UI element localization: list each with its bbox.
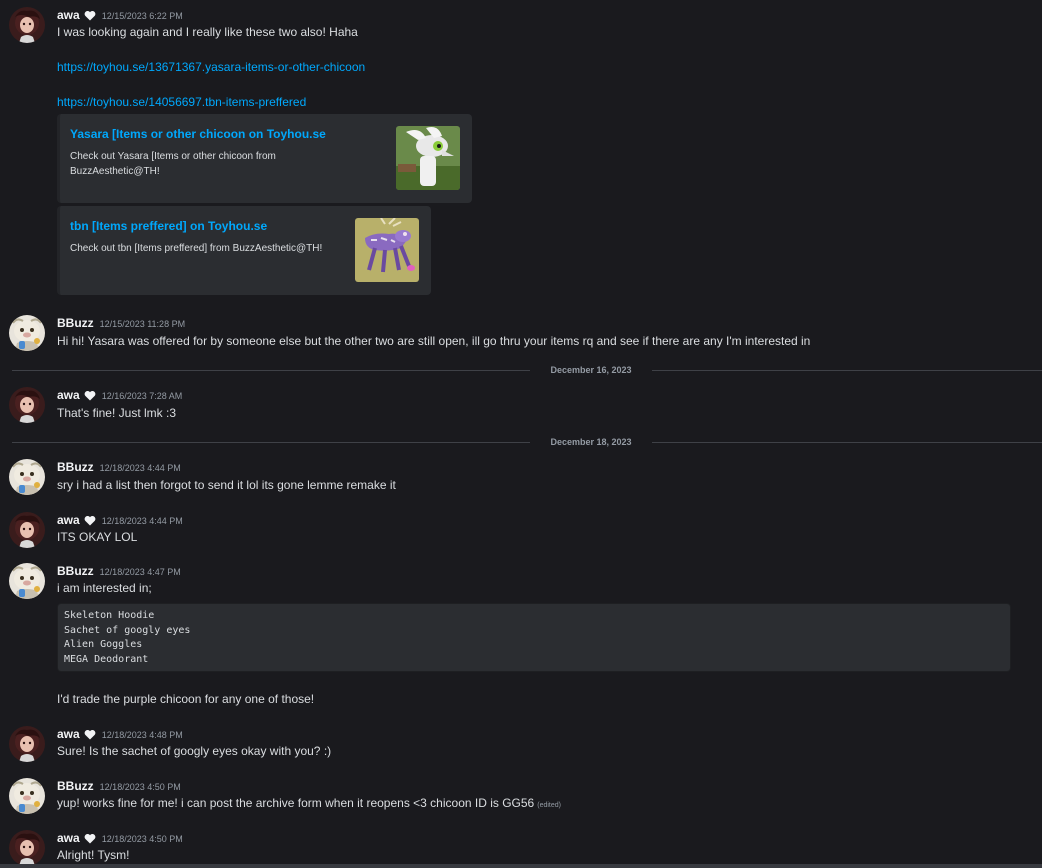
heart-icon xyxy=(84,516,96,526)
username[interactable]: awa xyxy=(57,727,80,741)
username[interactable]: awa xyxy=(57,388,80,402)
date-divider: December 16, 2023 xyxy=(12,363,1042,377)
message-text: Hi hi! Yasara was offered for by someone… xyxy=(57,334,811,348)
avatar[interactable] xyxy=(9,563,45,599)
code-block[interactable]: Skeleton Hoodie Sachet of googly eyes Al… xyxy=(57,603,1011,672)
timestamp: 12/16/2023 7:28 AM xyxy=(101,391,183,401)
message-link[interactable]: https://toyhou.se/14056697.tbn-items-pre… xyxy=(57,95,306,110)
edited-label: (edited) xyxy=(537,802,561,809)
link-embed: Yasara [Items or other chicoon on Toyhou… xyxy=(57,114,472,203)
message-text: That's fine! Just lmk :3 xyxy=(57,406,176,420)
username[interactable]: BBuzz xyxy=(57,779,94,793)
avatar[interactable] xyxy=(9,726,45,762)
avatar[interactable] xyxy=(9,387,45,423)
embed-title[interactable]: Yasara [Items or other chicoon on Toyhou… xyxy=(70,127,326,141)
heart-icon xyxy=(84,11,96,21)
code-line: Skeleton Hoodie xyxy=(64,610,155,621)
code-line: Alien Goggles xyxy=(64,639,143,650)
link-embed: tbn [Items preffered] on Toyhou.se Check… xyxy=(57,206,431,295)
username[interactable]: awa xyxy=(57,513,80,527)
message-text: I'd trade the purple chicoon for any one… xyxy=(57,692,315,706)
timestamp: 12/15/2023 11:28 PM xyxy=(99,319,186,329)
timestamp: 12/18/2023 4:44 PM xyxy=(101,516,183,526)
embed-thumbnail[interactable] xyxy=(355,218,419,282)
heart-icon xyxy=(84,834,96,844)
avatar[interactable] xyxy=(9,7,45,43)
timestamp: 12/18/2023 4:50 PM xyxy=(99,782,181,792)
username[interactable]: awa xyxy=(57,8,80,22)
timestamp: 12/18/2023 4:50 PM xyxy=(101,834,183,844)
date-divider-label: December 16, 2023 xyxy=(550,365,632,375)
message-text: i am interested in; xyxy=(57,581,152,595)
avatar[interactable] xyxy=(9,778,45,814)
code-line: MEGA Deodorant xyxy=(64,653,149,665)
username[interactable]: BBuzz xyxy=(57,316,94,330)
username[interactable]: awa xyxy=(57,831,80,845)
avatar[interactable] xyxy=(9,459,45,495)
message-text: yup! works fine for me! i can post the a… xyxy=(57,796,561,810)
avatar[interactable] xyxy=(9,830,45,866)
embed-title[interactable]: tbn [Items preffered] on Toyhou.se xyxy=(70,219,267,233)
embed-description: Check out Yasara [Items or other chicoon… xyxy=(70,151,276,177)
avatar[interactable] xyxy=(9,315,45,351)
timestamp: 12/18/2023 4:44 PM xyxy=(99,463,181,473)
timestamp: 12/18/2023 4:47 PM xyxy=(99,567,181,577)
message-text: sry i had a list then forgot to send it … xyxy=(57,478,396,492)
timestamp: 12/18/2023 4:48 PM xyxy=(101,730,183,740)
message-link[interactable]: https://toyhou.se/13671367.yasara-items-… xyxy=(57,60,365,75)
message-text: Alright! Tysm! xyxy=(57,848,130,862)
date-divider: December 18, 2023 xyxy=(12,435,1042,449)
heart-icon xyxy=(84,730,96,740)
username[interactable]: BBuzz xyxy=(57,564,94,578)
message-text: ITS OKAY LOL xyxy=(57,530,138,544)
embed-thumbnail[interactable] xyxy=(396,126,460,190)
message-input-edge xyxy=(0,864,1042,868)
chat-messages: awa 12/15/2023 6:22 PM I was looking agai… xyxy=(0,0,1042,868)
timestamp: 12/15/2023 6:22 PM xyxy=(101,11,183,21)
message-text: I was looking again and I really like th… xyxy=(57,25,358,39)
code-line: Sachet of googly eyes xyxy=(64,624,191,636)
embed-description: Check out tbn [Items preffered] from Buz… xyxy=(70,243,323,254)
heart-icon xyxy=(84,391,96,401)
avatar[interactable] xyxy=(9,512,45,548)
message-text: Sure! Is the sachet of googly eyes okay … xyxy=(57,744,332,758)
username[interactable]: BBuzz xyxy=(57,460,94,474)
date-divider-label: December 18, 2023 xyxy=(550,437,632,447)
